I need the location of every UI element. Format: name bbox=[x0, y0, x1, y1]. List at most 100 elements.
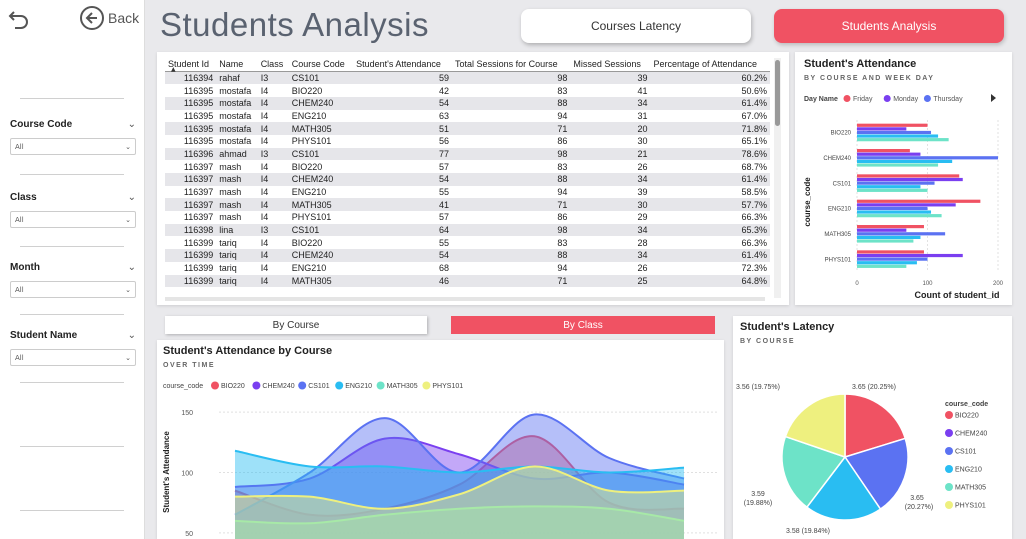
column-header-percentage[interactable]: Percentage of Attendance bbox=[650, 58, 770, 72]
bar[interactable] bbox=[857, 264, 907, 268]
slicer-course-code: Course Code ⌄ All ⌄ bbox=[10, 119, 136, 155]
bar[interactable] bbox=[857, 188, 928, 192]
bar[interactable] bbox=[857, 225, 924, 229]
legend-marker bbox=[252, 381, 261, 390]
table-row[interactable]: 116395 mostafa I4 CHEM240 54 88 34 61.4% bbox=[165, 96, 770, 110]
bar[interactable] bbox=[857, 214, 942, 218]
legend-next-icon[interactable] bbox=[991, 94, 996, 102]
table-cell: CHEM240 bbox=[291, 250, 334, 261]
legend-label: Monday bbox=[893, 96, 918, 103]
legend-label: CS101 bbox=[955, 449, 977, 456]
chevron-down-icon[interactable]: ⌄ bbox=[128, 192, 136, 203]
chevron-down-icon[interactable]: ⌄ bbox=[128, 119, 136, 130]
table-row[interactable]: 116399 tariq I4 CHEM240 54 88 34 61.4% bbox=[165, 249, 770, 262]
bar[interactable] bbox=[857, 138, 949, 142]
table-cell: 64.8% bbox=[741, 275, 767, 286]
bar[interactable] bbox=[857, 156, 998, 160]
table-cell: mash bbox=[219, 212, 242, 223]
column-header-total-sessions[interactable]: Total Sessions for Course bbox=[452, 58, 571, 72]
table-row[interactable]: 116397 mash I4 BIO220 57 83 26 68.7% bbox=[165, 160, 770, 173]
table-cell: I4 bbox=[260, 250, 269, 261]
bar[interactable] bbox=[857, 235, 921, 239]
table-row[interactable]: 116394 rahaf I3 CS101 59 98 39 60.2% bbox=[165, 71, 770, 85]
table-cell: I3 bbox=[260, 73, 269, 84]
table-cell: 26 bbox=[637, 161, 648, 172]
table-row[interactable]: 116399 tariq I4 ENG210 68 94 26 72.3% bbox=[165, 261, 770, 275]
class-dropdown[interactable]: All ⌄ bbox=[10, 211, 136, 228]
scrollbar-thumb[interactable] bbox=[775, 60, 780, 126]
bar[interactable] bbox=[857, 206, 928, 211]
bar[interactable] bbox=[857, 199, 981, 203]
bar[interactable] bbox=[857, 152, 921, 156]
bar[interactable] bbox=[857, 159, 953, 163]
by-course-button[interactable]: By Course bbox=[165, 316, 427, 334]
table-row[interactable]: 116397 mash I4 PHYS101 57 86 29 66.3% bbox=[165, 211, 770, 224]
bar[interactable] bbox=[857, 232, 946, 236]
table-cell: 50.6% bbox=[741, 85, 767, 96]
column-header-course-code[interactable]: Course Code bbox=[288, 58, 354, 72]
legend-label: ENG210 bbox=[955, 467, 982, 474]
table-row[interactable]: 116397 mash I4 MATH305 41 71 30 57.7% bbox=[165, 198, 770, 212]
horizontal-scrollbar[interactable] bbox=[165, 297, 765, 301]
bar[interactable] bbox=[857, 239, 914, 243]
bar[interactable] bbox=[857, 174, 960, 178]
column-header-missed-sessions[interactable]: Missed Sessions bbox=[570, 58, 651, 72]
column-header-attendance[interactable]: Student's Attendance bbox=[353, 58, 453, 72]
table-cell: 66.3% bbox=[741, 212, 767, 223]
courses-latency-button[interactable]: Courses Latency bbox=[521, 9, 751, 43]
by-class-button[interactable]: By Class bbox=[451, 316, 715, 334]
bar[interactable] bbox=[857, 250, 924, 254]
student-name-dropdown[interactable]: All ⌄ bbox=[10, 349, 136, 366]
students-analysis-button[interactable]: Students Analysis bbox=[774, 9, 1004, 43]
bar[interactable] bbox=[857, 163, 939, 167]
back-button[interactable]: Back bbox=[80, 6, 139, 30]
bar[interactable] bbox=[857, 177, 963, 182]
table-row[interactable]: 116395 mostafa I4 ENG210 63 94 31 67.0% bbox=[165, 109, 770, 123]
bar[interactable] bbox=[857, 185, 921, 189]
bar[interactable] bbox=[857, 134, 939, 138]
slicer-title: Class bbox=[10, 192, 37, 203]
table-row[interactable]: 116398 lina I3 CS101 64 98 34 65.3% bbox=[165, 223, 770, 237]
table-cell: 26 bbox=[637, 263, 648, 274]
table-row[interactable]: 116397 mash I4 ENG210 55 94 39 58.5% bbox=[165, 185, 770, 199]
divider bbox=[20, 446, 124, 447]
column-header-class[interactable]: Class bbox=[257, 58, 289, 72]
table-row[interactable]: 116399 tariq I4 MATH305 46 71 25 64.8% bbox=[165, 274, 770, 288]
table-cell: PHYS101 bbox=[291, 212, 332, 223]
bar[interactable] bbox=[857, 261, 917, 265]
table-cell: tariq bbox=[219, 275, 237, 286]
bar[interactable] bbox=[857, 149, 910, 153]
table-cell: 34 bbox=[637, 174, 648, 185]
chevron-down-icon[interactable]: ⌄ bbox=[128, 262, 136, 273]
bar[interactable] bbox=[857, 123, 928, 127]
bar[interactable] bbox=[857, 203, 956, 207]
column-header-name[interactable]: Name bbox=[216, 58, 258, 72]
bar[interactable] bbox=[857, 181, 935, 185]
legend-label: CS101 bbox=[308, 383, 330, 390]
bar[interactable] bbox=[857, 210, 932, 214]
bar[interactable] bbox=[857, 257, 928, 261]
table-cell: 55 bbox=[439, 237, 450, 248]
table-row[interactable]: 116399 tariq I4 BIO220 55 83 28 66.3% bbox=[165, 236, 770, 250]
chevron-down-icon[interactable]: ⌄ bbox=[128, 330, 136, 341]
bar[interactable] bbox=[857, 228, 907, 232]
filter-sidebar: Back Course Code ⌄ All ⌄ Class ⌄ All ⌄ Month… bbox=[0, 0, 145, 539]
table-cell: 98 bbox=[557, 73, 568, 84]
bar[interactable] bbox=[857, 253, 963, 258]
vertical-scrollbar[interactable] bbox=[774, 58, 781, 298]
bar[interactable] bbox=[857, 130, 932, 135]
table-row[interactable]: 116396 ahmad I3 CS101 77 98 21 78.6% bbox=[165, 147, 770, 161]
table-row[interactable]: 116397 mash I4 CHEM240 54 88 34 61.4% bbox=[165, 173, 770, 186]
table-row[interactable]: 116395 mostafa I4 PHYS101 56 86 30 65.1% bbox=[165, 134, 770, 148]
table-cell: I4 bbox=[260, 174, 269, 185]
table-row[interactable]: 116395 mostafa I4 BIO220 42 83 41 50.6% bbox=[165, 84, 770, 97]
table-cell: I4 bbox=[260, 98, 269, 109]
table-cell: mostafa bbox=[219, 123, 252, 134]
table-cell: 65.3% bbox=[741, 225, 767, 236]
table-row[interactable]: 116395 mostafa I4 MATH305 51 71 20 71.8% bbox=[165, 122, 770, 135]
course-code-dropdown[interactable]: All ⌄ bbox=[10, 138, 136, 155]
legend-marker bbox=[843, 95, 851, 102]
month-dropdown[interactable]: All ⌄ bbox=[10, 281, 136, 298]
bar[interactable] bbox=[857, 127, 907, 131]
undo-icon[interactable] bbox=[6, 6, 32, 32]
